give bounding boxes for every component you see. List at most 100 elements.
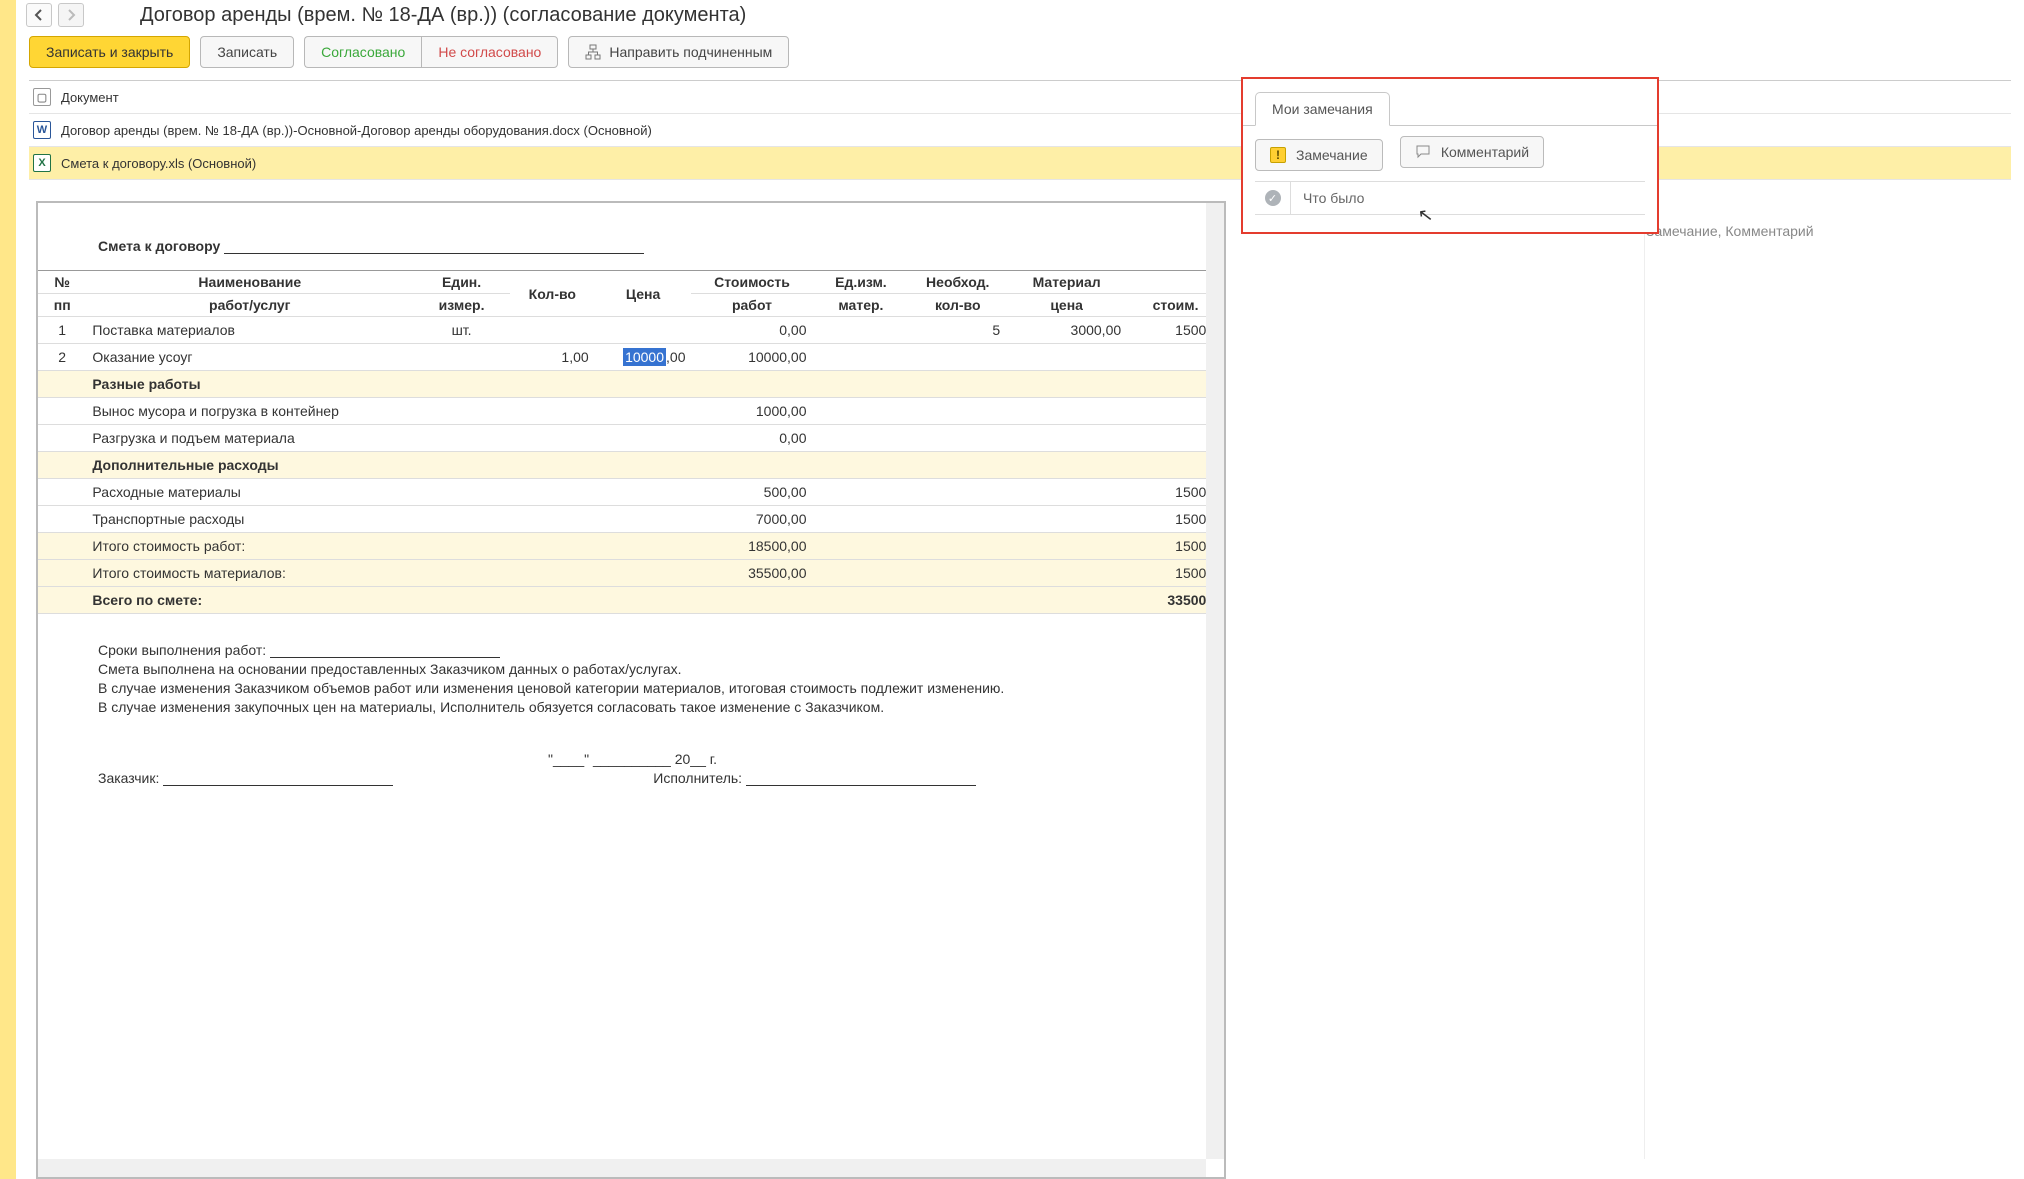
- th-qty: Кол-во: [510, 271, 595, 317]
- cell: [1006, 560, 1127, 587]
- excel-file-icon: X: [33, 154, 51, 172]
- cell: [510, 479, 595, 506]
- page-title: Договор аренды (врем. № 18-ДА (вр.)) (со…: [140, 4, 746, 27]
- remarks-grid-row[interactable]: Что было: [1255, 181, 1645, 215]
- cell: [1006, 587, 1127, 614]
- cell: 1,00: [510, 344, 595, 371]
- table-row[interactable]: Всего по смете:33500,0: [38, 587, 1224, 614]
- deadline-label: Сроки выполнения работ:: [98, 642, 266, 658]
- th-mprice2: цена: [1006, 294, 1127, 317]
- not-approved-button[interactable]: Не согласовано: [421, 36, 558, 68]
- file-name: Договор аренды (врем. № 18-ДА (вр.))-Осн…: [61, 123, 652, 138]
- cell: [909, 344, 1006, 371]
- cell: [38, 371, 86, 398]
- cell: [38, 425, 86, 452]
- horizontal-scrollbar[interactable]: [38, 1159, 1206, 1177]
- cell: [595, 452, 692, 479]
- th-name: Наименование: [86, 271, 413, 294]
- th-mprice: Материал: [1006, 271, 1127, 294]
- check-circle-icon: [1265, 190, 1281, 206]
- cell: Итого стоимость материалов:: [86, 560, 413, 587]
- save-close-button[interactable]: Записать и закрыть: [29, 36, 190, 68]
- word-file-icon: W: [33, 121, 51, 139]
- cell: [909, 452, 1006, 479]
- executor-underline: [746, 785, 976, 786]
- cell: [1006, 506, 1127, 533]
- remarks-tab[interactable]: Мои замечания: [1255, 92, 1390, 126]
- cell: [813, 398, 910, 425]
- cell: Поставка материалов: [86, 317, 413, 344]
- cell: [38, 452, 86, 479]
- cell: [413, 398, 510, 425]
- cell: [510, 398, 595, 425]
- table-row[interactable]: Расходные материалы500,0015000,: [38, 479, 1224, 506]
- cell: [595, 398, 692, 425]
- nav-back-button[interactable]: [26, 3, 52, 27]
- send-subordinates-button[interactable]: Направить подчиненным: [568, 36, 789, 68]
- cell: Итого стоимость работ:: [86, 533, 413, 560]
- send-subordinates-label: Направить подчиненным: [609, 44, 772, 60]
- th-mqty: Необход.: [909, 271, 1006, 294]
- table-row[interactable]: 2Оказание усоуг1,0010000,0010000,000,: [38, 344, 1224, 371]
- cell: [1006, 398, 1127, 425]
- table-row[interactable]: Транспортные расходы7000,0015000,: [38, 506, 1224, 533]
- customer-underline: [163, 785, 393, 786]
- cell: [691, 452, 812, 479]
- th-unit: Един.: [413, 271, 510, 294]
- spreadsheet-view[interactable]: Смета к договору № Наименование Един. Ко…: [36, 201, 1226, 1179]
- estimate-table: № Наименование Един. Кол-во Цена Стоимос…: [38, 270, 1224, 614]
- arrow-right-icon: [65, 9, 77, 21]
- cell: [1006, 371, 1127, 398]
- table-row[interactable]: Разные работы: [38, 371, 1224, 398]
- cell: 7000,00: [691, 506, 812, 533]
- file-row[interactable]: XСмета к договору.xls (Основной): [29, 147, 2011, 180]
- add-comment-button[interactable]: Комментарий: [1400, 136, 1544, 168]
- approved-button[interactable]: Согласовано: [304, 36, 421, 68]
- cell: [510, 452, 595, 479]
- table-row[interactable]: Итого стоимость работ:18500,0015000,: [38, 533, 1224, 560]
- cell: [813, 452, 910, 479]
- th-num: №: [38, 271, 86, 294]
- cell: 18500,00: [691, 533, 812, 560]
- sheet-title: Смета к договору: [98, 238, 220, 254]
- th-price: Цена: [595, 271, 692, 317]
- doc-file-icon: ▢: [33, 88, 51, 106]
- add-remark-button[interactable]: ! Замечание: [1255, 139, 1383, 171]
- th-munit2: матер.: [813, 294, 910, 317]
- cell: 1: [38, 317, 86, 344]
- cell: [413, 425, 510, 452]
- table-row[interactable]: 1Поставка материаловшт.0,0053000,0015000…: [38, 317, 1224, 344]
- remarks-row-text: Что было: [1291, 190, 1376, 206]
- cell: [510, 533, 595, 560]
- cell: [1006, 452, 1127, 479]
- comment-icon: [1415, 144, 1431, 160]
- cell: [510, 425, 595, 452]
- cell: Оказание усоуг: [86, 344, 413, 371]
- cell: [813, 344, 910, 371]
- vertical-scrollbar[interactable]: [1206, 203, 1224, 1159]
- cell: [813, 371, 910, 398]
- file-row[interactable]: ▢Документ: [29, 81, 2011, 114]
- table-row[interactable]: Разгрузка и подъем материала0,000,: [38, 425, 1224, 452]
- th-mqty2: кол-во: [909, 294, 1006, 317]
- cell: [595, 533, 692, 560]
- cell: [1006, 344, 1127, 371]
- cell: [813, 425, 910, 452]
- cell: [813, 479, 910, 506]
- table-row[interactable]: Вынос мусора и погрузка в контейнер1000,…: [38, 398, 1224, 425]
- cell: Транспортные расходы: [86, 506, 413, 533]
- file-row[interactable]: W Договор аренды (врем. № 18-ДА (вр.))-Ос…: [29, 114, 2011, 147]
- cell: [413, 506, 510, 533]
- cell: [909, 506, 1006, 533]
- th-cost2: работ: [691, 294, 812, 317]
- cell: [1006, 479, 1127, 506]
- table-row[interactable]: Итого стоимость материалов:35500,0015000…: [38, 560, 1224, 587]
- note-line: В случае изменения Заказчиком объемов ра…: [98, 680, 1224, 696]
- table-row[interactable]: Дополнительные расходы: [38, 452, 1224, 479]
- arrow-left-icon: [33, 9, 45, 21]
- cell: [413, 452, 510, 479]
- save-button[interactable]: Записать: [200, 36, 294, 68]
- cell: [595, 479, 692, 506]
- executor-label: Исполнитель:: [653, 770, 742, 786]
- nav-forward-button: [58, 3, 84, 27]
